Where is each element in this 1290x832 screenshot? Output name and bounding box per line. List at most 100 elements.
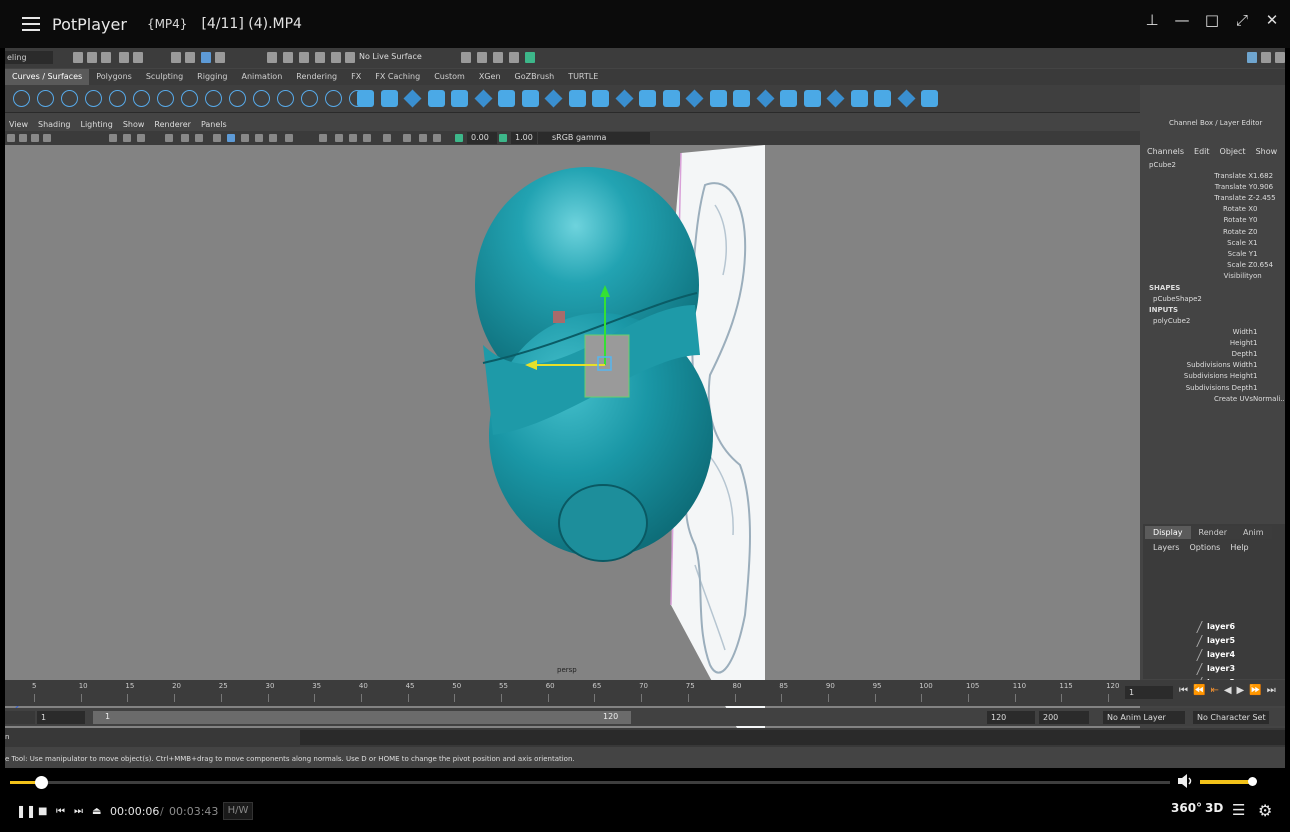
channel-attr-value[interactable]: 1 [1253, 239, 1257, 247]
channel-attr-value[interactable]: 0 [1253, 228, 1257, 236]
shadows-icon[interactable] [285, 134, 293, 142]
shelf-tab[interactable]: FX Caching [368, 69, 427, 85]
film-gate-icon[interactable] [123, 134, 131, 142]
layer-editor-tab[interactable]: Anim [1234, 526, 1272, 539]
ambient-occlusion-icon[interactable] [319, 134, 327, 142]
command-result-field[interactable] [300, 730, 1285, 745]
nurbs-cylinder-icon[interactable] [403, 89, 422, 108]
planar-icon[interactable] [544, 89, 563, 108]
channel-attr-row[interactable]: Subdivisions Width 1 [1143, 361, 1285, 372]
panel-menu-item[interactable]: Renderer [154, 119, 191, 131]
channel-attr-row[interactable]: Height 1 [1143, 339, 1285, 350]
channel-attr-value[interactable]: 1.682 [1253, 172, 1273, 180]
camera-attr-icon[interactable] [19, 134, 27, 142]
render-icon[interactable] [461, 52, 471, 63]
redo-icon[interactable] [133, 52, 143, 63]
curve-fillet-icon[interactable] [181, 90, 198, 107]
layer-name[interactable]: layer4 [1207, 650, 1235, 659]
circle-curve-icon[interactable] [13, 90, 30, 107]
play-forward-icon[interactable]: ▶ [1237, 685, 1245, 696]
snap-icon[interactable] [215, 52, 225, 63]
channel-attr-value[interactable]: 1 [1253, 384, 1257, 392]
panel-menu-item[interactable]: Show [123, 119, 145, 131]
snap-view-icon[interactable] [315, 52, 325, 63]
shelf-tab[interactable]: Animation [234, 69, 289, 85]
layer-editor-tab[interactable]: Render [1190, 526, 1235, 539]
channel-attr-value[interactable]: 1 [1253, 250, 1257, 258]
channel-attr-row[interactable]: Visibility on [1143, 272, 1285, 283]
curve-cut-icon[interactable] [325, 90, 342, 107]
channel-attr-row[interactable]: Rotate Y0 [1143, 216, 1285, 227]
seek-handle[interactable] [35, 776, 49, 789]
layer-row[interactable]: layer4 [1149, 648, 1285, 662]
channel-attr-row[interactable]: Rotate X0 [1143, 205, 1285, 216]
color-space-dropdown[interactable]: sRGB gamma [538, 132, 650, 144]
channel-attr-value[interactable]: 1 [1253, 328, 1257, 336]
grid-icon[interactable] [109, 134, 117, 142]
go-to-start-icon[interactable]: ⏮ [1179, 685, 1188, 696]
playlist-icon[interactable]: ☰ [1232, 801, 1245, 819]
shelf-tab[interactable]: GoZBrush [508, 69, 562, 85]
end-time-field[interactable]: 120 [987, 711, 1035, 724]
select-mode-icon[interactable] [171, 52, 181, 63]
playback-range-bar[interactable]: 1 120 [93, 711, 631, 724]
image-plane-icon[interactable] [43, 134, 51, 142]
panel-menu-item[interactable]: Lighting [80, 119, 112, 131]
shelf-tab[interactable]: Custom [427, 69, 472, 85]
nurbs-cone-icon[interactable] [427, 90, 445, 107]
minimize-icon[interactable]: — [1174, 12, 1190, 28]
curve-rebuild-icon[interactable] [253, 90, 270, 107]
channel-attr-value[interactable]: 1 [1253, 339, 1257, 347]
anim-end-field[interactable]: 200 [1039, 711, 1089, 724]
channel-box-menu-item[interactable]: Channels [1147, 147, 1184, 156]
snap-curve-icon[interactable] [283, 52, 293, 63]
channel-attr-row[interactable]: Translate X 1.682 [1143, 172, 1285, 183]
snap-point-icon[interactable] [299, 52, 309, 63]
camera-select-icon[interactable] [7, 134, 15, 142]
curve-extend-icon[interactable] [229, 90, 246, 107]
channel-attr-row[interactable]: Scale Y1 [1143, 250, 1285, 261]
panel-layout-icon[interactable] [1261, 52, 1271, 63]
start-time-field[interactable]: 1 [37, 711, 85, 724]
layer-row[interactable]: layer3 [1149, 662, 1285, 676]
exposure-icon[interactable] [455, 134, 463, 142]
xray-icon[interactable] [403, 134, 411, 142]
layer-menu-item[interactable]: Help [1230, 543, 1248, 552]
settings-gear-icon[interactable]: ⚙ [1258, 801, 1272, 820]
loft-icon[interactable] [521, 90, 539, 107]
hypershade-icon[interactable] [509, 52, 519, 63]
field-chart-icon[interactable] [195, 134, 203, 142]
channel-box-menu-item[interactable]: Object [1220, 147, 1246, 156]
viewport-persp[interactable]: persp [5, 145, 1140, 728]
channel-attr-value[interactable]: on [1253, 272, 1262, 280]
bevel-plus-icon[interactable] [685, 89, 704, 108]
go-to-end-icon[interactable]: ⏭ [1267, 685, 1276, 696]
pencil-curve-icon[interactable] [85, 90, 102, 107]
trim-icon[interactable] [921, 90, 938, 107]
safe-action-icon[interactable] [165, 134, 173, 142]
gamma-icon[interactable] [499, 134, 507, 142]
channel-attr-value[interactable]: 1 [1253, 350, 1257, 358]
safe-title-icon[interactable] [181, 134, 189, 142]
curve-edit-icon[interactable] [157, 90, 174, 107]
key-back-icon[interactable]: ⇤ [1210, 685, 1218, 696]
curve-attach-icon[interactable] [277, 90, 294, 107]
input-node-name[interactable]: polyCube2 [1153, 317, 1190, 325]
ep-curve-icon[interactable] [61, 90, 78, 107]
square-curve-icon[interactable] [37, 90, 54, 107]
gamma-field[interactable]: 1.00 [511, 132, 537, 144]
channel-attr-row[interactable]: Subdivisions Depth 1 [1143, 384, 1285, 395]
layer-editor-tab[interactable]: Display [1145, 526, 1191, 539]
exposure-field[interactable]: 0.00 [467, 132, 497, 144]
arc-icon[interactable] [133, 90, 150, 107]
bookmark-icon[interactable] [31, 134, 39, 142]
wireframe-icon[interactable] [213, 134, 221, 142]
birail-icon[interactable] [592, 90, 609, 107]
rebuild-surface-icon[interactable] [780, 90, 797, 107]
channel-attr-row[interactable]: Width 1 [1143, 328, 1285, 339]
channel-box-menu-item[interactable]: Show [1256, 147, 1278, 156]
layer-name[interactable]: layer3 [1207, 664, 1235, 673]
step-forward-icon[interactable]: ⏩ [1249, 685, 1261, 696]
time-slider[interactable]: 1 ⏮ ⏪ ⇤ ◀ ▶ ⏩ ⏭ 5 10 15 20 25 30 35 40 45 50 55 60 6… [5, 680, 1285, 706]
layer-row[interactable]: layer5 [1149, 634, 1285, 648]
